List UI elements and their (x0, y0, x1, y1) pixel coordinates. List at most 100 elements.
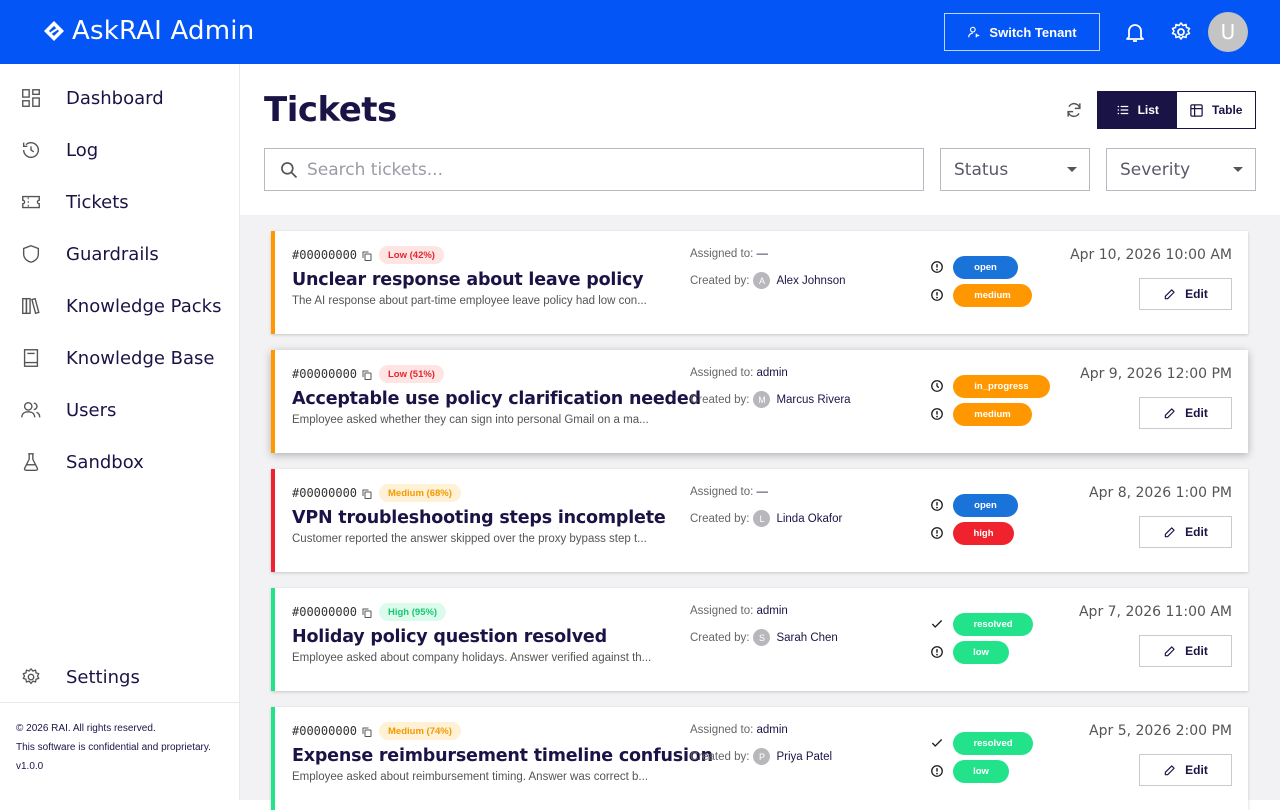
sidebar-item-users[interactable]: Users (0, 388, 240, 432)
sidebar-item-sandbox[interactable]: Sandbox (0, 440, 240, 484)
ticket-description: Employee asked whether they can sign int… (292, 414, 649, 426)
assigned-label: Assigned to: (690, 248, 754, 260)
status-pill: open (953, 494, 1018, 517)
books-icon (22, 297, 40, 315)
users-icon (21, 401, 41, 418)
creator-name: Sarah Chen (776, 631, 838, 644)
list-view-label: List (1137, 103, 1159, 117)
brand[interactable]: AskRAI Admin (42, 16, 254, 46)
ticket-card[interactable]: #00000000 Medium (74%) Expense reimburse… (271, 707, 1248, 810)
creator-avatar: P (753, 748, 771, 765)
ticket-card[interactable]: #00000000 Low (42%) Unclear response abo… (271, 231, 1248, 334)
top-app-bar: AskRAI Admin Switch Tenant U (0, 0, 1280, 64)
flask-icon (23, 453, 39, 471)
alert-circle-icon (931, 261, 943, 273)
view-toggle: List Table (1097, 91, 1256, 129)
created-label: Created by: (690, 393, 750, 406)
severity-info-icon (931, 646, 943, 658)
switch-tenant-button[interactable]: Switch Tenant (944, 13, 1100, 51)
ticket-card[interactable]: #00000000 High (95%) Holiday policy ques… (271, 588, 1248, 691)
sidebar-item-dashboard[interactable]: Dashboard (0, 76, 240, 120)
table-icon (1190, 103, 1203, 117)
edit-label: Edit (1185, 525, 1208, 539)
created-label: Created by: (690, 631, 750, 644)
sidebar-item-guardrails[interactable]: Guardrails (0, 232, 240, 276)
gear-icon[interactable] (1169, 20, 1193, 44)
created-label: Created by: (690, 750, 750, 763)
assigned-to: Assigned to: admin (690, 367, 788, 379)
sidebar-item-log[interactable]: Log (0, 128, 240, 172)
created-by: Created by: S Sarah Chen (690, 629, 838, 646)
user-avatar-letter: U (1220, 20, 1236, 44)
ticket-title[interactable]: Holiday policy question resolved (292, 627, 607, 647)
created-by: Created by: M Marcus Rivera (690, 391, 851, 408)
assignee-name: admin (756, 724, 788, 736)
logo-icon (44, 21, 64, 41)
status-filter-select[interactable]: Status (940, 148, 1090, 191)
severity-stripe (271, 707, 275, 810)
status-pill: in_progress (953, 375, 1050, 398)
search-icon (281, 161, 298, 178)
creator-name: Alex Johnson (776, 274, 846, 287)
check-icon (931, 739, 943, 747)
sidebar-item-label: Tickets (66, 191, 129, 213)
sidebar-item-label: Dashboard (66, 87, 164, 109)
sidebar-item-tickets[interactable]: Tickets (0, 180, 240, 224)
dashboard-icon (22, 89, 40, 107)
sidebar-item-knowledge-packs[interactable]: Knowledge Packs (0, 284, 240, 328)
edit-button[interactable]: Edit (1139, 397, 1232, 429)
ticket-id: #00000000 (292, 724, 358, 738)
edit-icon (1164, 289, 1175, 300)
ticket-description: Employee asked about company holidays. A… (292, 652, 652, 664)
creator-name: Marcus Rivera (776, 393, 851, 406)
severity-info-icon (931, 408, 943, 420)
edit-button[interactable]: Edit (1139, 278, 1232, 310)
copy-icon[interactable] (361, 607, 373, 619)
refresh-icon[interactable] (1064, 100, 1084, 120)
edit-button[interactable]: Edit (1139, 516, 1232, 548)
sidebar-item-label: Knowledge Packs (66, 295, 222, 317)
ticket-title[interactable]: VPN troubleshooting steps incomplete (292, 508, 666, 528)
edit-button[interactable]: Edit (1139, 754, 1232, 786)
ticket-title[interactable]: Acceptable use policy clarification need… (292, 389, 701, 409)
ticket-icon (22, 195, 40, 209)
sidebar-item-settings[interactable]: Settings (0, 655, 240, 699)
edit-icon (1164, 527, 1175, 538)
edit-label: Edit (1185, 406, 1208, 420)
severity-filter-select[interactable]: Severity (1106, 148, 1256, 191)
severity-stripe (271, 588, 275, 691)
ticket-title[interactable]: Unclear response about leave policy (292, 270, 644, 290)
ticket-title[interactable]: Expense reimbursement timeline confusion (292, 746, 713, 766)
creator-avatar: L (753, 510, 771, 527)
search-input[interactable] (307, 159, 887, 180)
copy-icon[interactable] (361, 369, 373, 381)
ticket-card[interactable]: #00000000 Low (51%) Acceptable use polic… (271, 350, 1248, 453)
assignee-name: admin (756, 605, 788, 617)
edit-button[interactable]: Edit (1139, 635, 1232, 667)
copy-icon[interactable] (361, 488, 373, 500)
created-by: Created by: A Alex Johnson (690, 272, 846, 289)
severity-pill: high (953, 522, 1014, 545)
user-avatar[interactable]: U (1208, 12, 1248, 52)
severity-info-icon (931, 765, 943, 777)
sidebar-item-label: Users (66, 399, 117, 421)
ticket-description: Employee asked about reimbursement timin… (292, 771, 649, 783)
clock-icon (931, 380, 943, 392)
ticket-description: The AI response about part-time employee… (292, 295, 647, 307)
edit-label: Edit (1185, 763, 1208, 777)
confidence-badge: Medium (74%) (379, 722, 461, 740)
gear-icon (22, 668, 40, 685)
bell-icon[interactable] (1123, 20, 1147, 44)
severity-pill: low (953, 641, 1009, 664)
ticket-id: #00000000 (292, 486, 358, 500)
sidebar-item-label: Settings (66, 666, 140, 688)
status-pill: open (953, 256, 1018, 279)
severity-pill: medium (953, 284, 1032, 307)
sidebar-item-knowledge-base[interactable]: Knowledge Base (0, 336, 240, 380)
creator-avatar: S (753, 629, 771, 646)
ticket-card[interactable]: #00000000 Medium (68%) VPN troubleshooti… (271, 469, 1248, 572)
copy-icon[interactable] (361, 250, 373, 262)
table-view-button[interactable]: Table (1177, 92, 1256, 128)
list-view-button[interactable]: List (1098, 92, 1177, 128)
copy-icon[interactable] (361, 726, 373, 738)
